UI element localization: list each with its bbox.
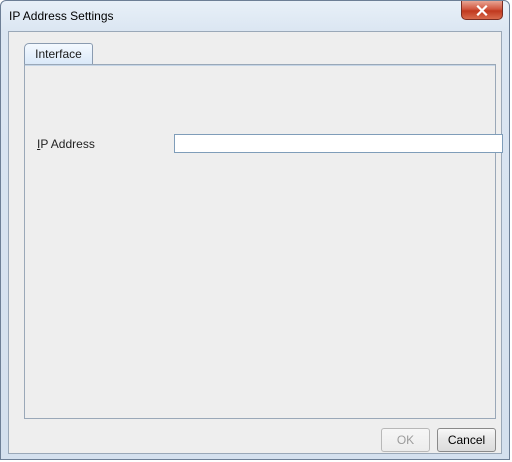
cancel-button[interactable]: Cancel	[437, 428, 496, 452]
title-bar[interactable]: IP Address Settings	[1, 1, 509, 31]
close-button[interactable]	[461, 1, 503, 20]
dialog-window: IP Address Settings Interface IP Address…	[0, 0, 510, 460]
ip-address-input[interactable]	[174, 134, 503, 153]
close-icon	[476, 4, 488, 16]
ip-address-label: IP Address	[37, 137, 95, 151]
ok-button[interactable]: OK	[381, 428, 430, 452]
dialog-body: Interface IP Address OK Cancel	[8, 31, 503, 454]
ip-address-label-text: P Address	[40, 137, 95, 151]
window-title: IP Address Settings	[9, 9, 114, 23]
tab-panel-divider	[25, 65, 495, 66]
tab-panel-interface: IP Address	[24, 64, 503, 419]
tab-interface[interactable]: Interface	[24, 43, 93, 65]
